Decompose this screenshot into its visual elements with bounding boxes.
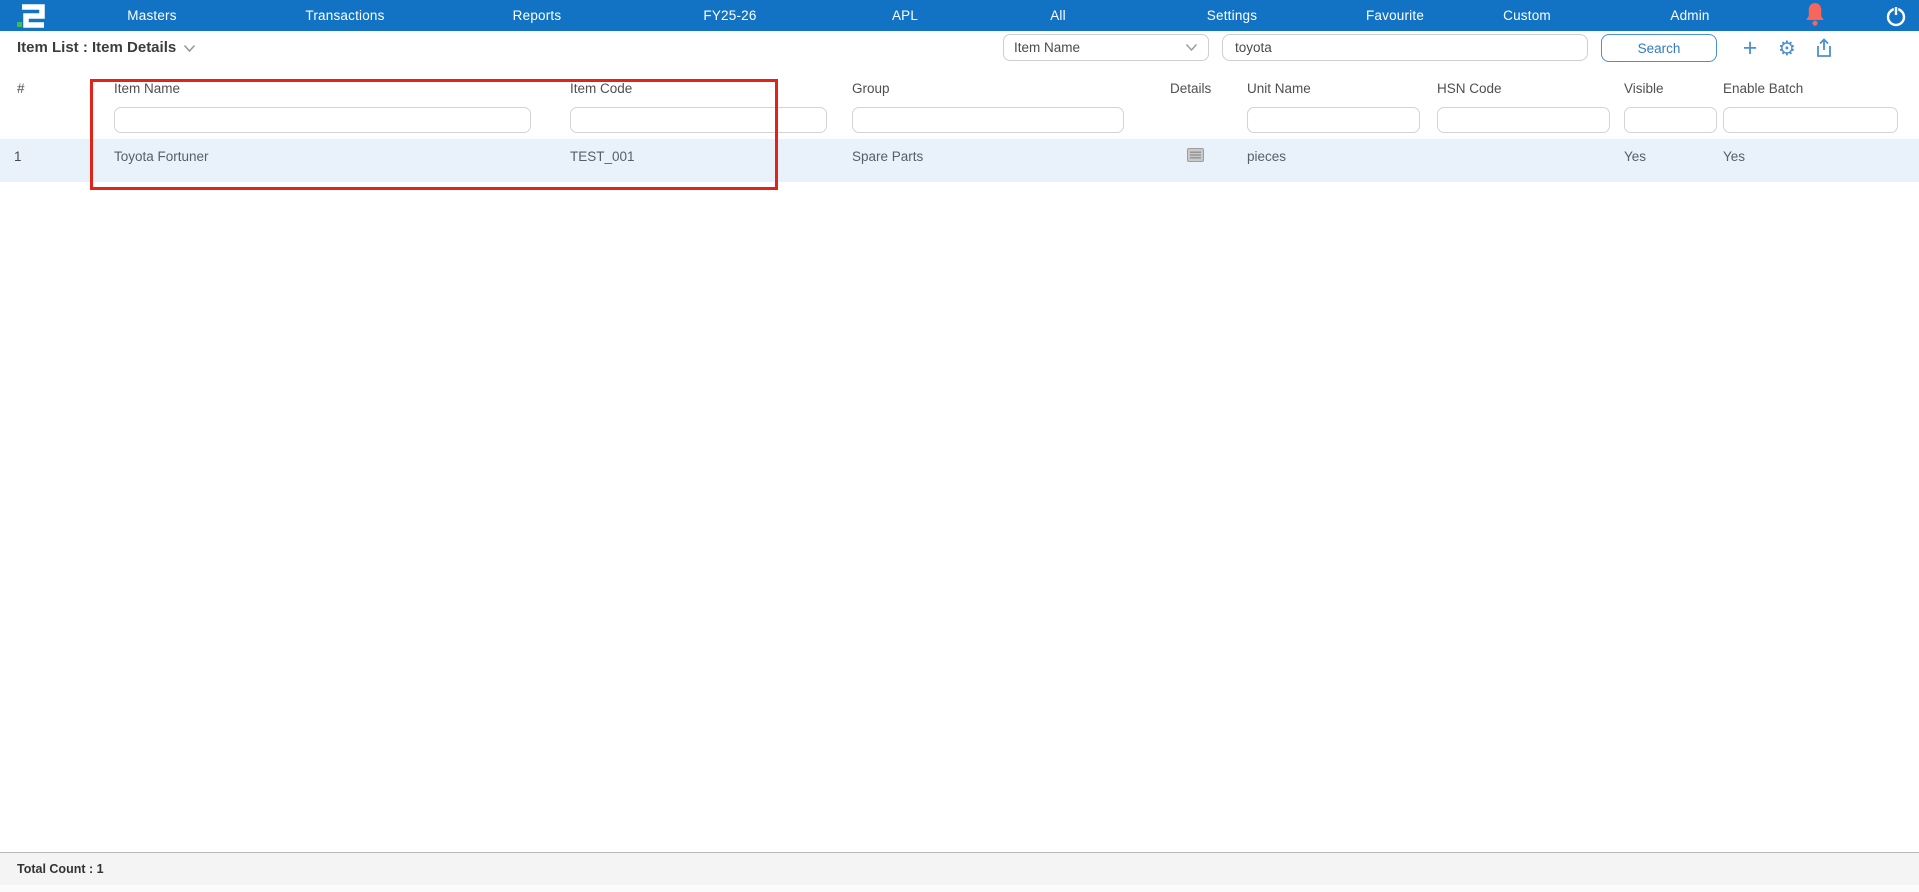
row-hsn-code xyxy=(1420,139,1607,182)
table-header-row: # Item Name Item Code Group Details Unit… xyxy=(0,62,1919,96)
filter-hsn-code-input[interactable] xyxy=(1437,107,1610,133)
header-item-name: Item Name xyxy=(114,81,181,96)
row-enable-batch: Yes xyxy=(1723,149,1746,164)
table-filter-row xyxy=(0,100,1919,133)
total-count-label: Total Count : 1 xyxy=(17,862,104,876)
search-column-selected-value: Item Name xyxy=(1014,40,1081,55)
add-new-icon[interactable]: + xyxy=(1736,34,1764,62)
row-item-code: TEST_001 xyxy=(570,149,635,164)
header-group: Group xyxy=(852,81,890,96)
details-list-icon[interactable] xyxy=(1187,148,1204,165)
search-input[interactable] xyxy=(1222,34,1588,61)
nav-item-reports[interactable]: Reports xyxy=(513,0,562,31)
table-row[interactable]: 1 Toyota Fortuner TEST_001 Spare Parts p… xyxy=(0,139,1919,182)
nav-item-custom[interactable]: Custom xyxy=(1503,0,1551,31)
toolbar: Item List : Item Details Item Name Searc… xyxy=(0,31,1919,63)
filter-item-name-input[interactable] xyxy=(114,107,531,133)
filter-group-input[interactable] xyxy=(852,107,1124,133)
nav-item-apl[interactable]: APL xyxy=(892,0,918,31)
header-index: # xyxy=(17,81,25,96)
nav-item-favourite[interactable]: Favourite xyxy=(1366,0,1424,31)
footer-bar: Total Count : 1 xyxy=(0,852,1919,885)
nav-item-settings[interactable]: Settings xyxy=(1207,0,1257,31)
brand-logo-icon[interactable] xyxy=(12,2,52,30)
row-group: Spare Parts xyxy=(852,149,924,164)
page-title: Item List : Item Details xyxy=(17,39,177,56)
header-visible: Visible xyxy=(1624,81,1664,96)
search-button[interactable]: Search xyxy=(1601,34,1717,62)
nav-item-all[interactable]: All xyxy=(1050,0,1066,31)
header-item-code: Item Code xyxy=(570,81,633,96)
row-item-name: Toyota Fortuner xyxy=(114,149,209,164)
filter-enable-batch-input[interactable] xyxy=(1723,107,1898,133)
page-title-dropdown[interactable]: Item List : Item Details xyxy=(17,38,196,57)
row-details-cell xyxy=(1153,139,1230,182)
app-window: Masters Transactions Reports FY25-26 APL… xyxy=(0,0,1919,892)
chevron-down-icon xyxy=(1185,39,1198,57)
row-visible: Yes xyxy=(1624,149,1647,164)
filter-unit-name-input[interactable] xyxy=(1247,107,1420,133)
header-hsn-code: HSN Code xyxy=(1437,81,1502,96)
nav-item-admin[interactable]: Admin xyxy=(1670,0,1709,31)
top-navbar: Masters Transactions Reports FY25-26 APL… xyxy=(0,0,1919,31)
nav-item-fy25-26[interactable]: FY25-26 xyxy=(703,0,756,31)
notification-bell-icon[interactable] xyxy=(1802,1,1828,29)
filter-item-code-input[interactable] xyxy=(570,107,827,133)
chevron-down-icon xyxy=(183,40,196,57)
row-unit-name: pieces xyxy=(1247,149,1287,164)
settings-gear-icon[interactable]: ⚙ xyxy=(1773,34,1801,62)
header-details: Details xyxy=(1170,81,1212,96)
search-column-select[interactable]: Item Name xyxy=(1003,34,1209,61)
filter-visible-input[interactable] xyxy=(1624,107,1717,133)
nav-item-masters[interactable]: Masters xyxy=(127,0,176,31)
export-share-icon[interactable] xyxy=(1810,34,1838,62)
row-index: 1 xyxy=(14,149,22,164)
horizontal-scrollbar-track[interactable] xyxy=(0,885,1919,892)
header-enable-batch: Enable Batch xyxy=(1723,81,1804,96)
nav-item-transactions[interactable]: Transactions xyxy=(305,0,384,31)
power-logout-icon[interactable] xyxy=(1884,3,1908,29)
header-unit-name: Unit Name xyxy=(1247,81,1311,96)
